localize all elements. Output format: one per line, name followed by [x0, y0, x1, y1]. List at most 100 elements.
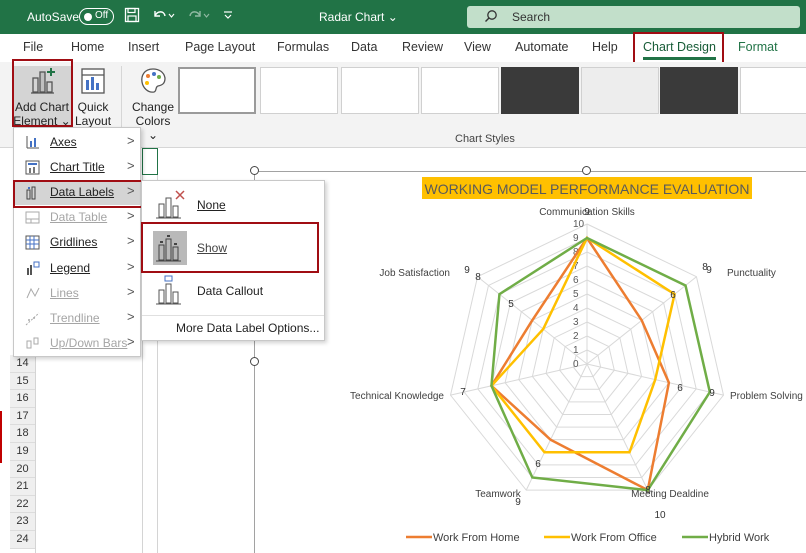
- radial-tick-label: 3: [573, 317, 579, 328]
- chevron-right-icon: >: [127, 283, 135, 299]
- autosave-label: AutoSave: [27, 10, 80, 24]
- chevron-right-icon: >: [127, 308, 135, 324]
- menu-item-label: Up/Down Bars: [50, 335, 128, 350]
- chart-resize-handle[interactable]: [250, 166, 259, 175]
- radial-tick-label: 10: [573, 219, 585, 230]
- menu-item-chart-title[interactable]: Chart Title >: [14, 155, 140, 180]
- search-icon: [484, 9, 498, 26]
- change-colors-line1: Change: [131, 100, 175, 114]
- legend-label[interactable]: Hybrid Work: [709, 532, 770, 544]
- radar-chart[interactable]: WORKING MODEL PERFORMANCE EVALUATION 0 1 2 3…: [253, 170, 806, 553]
- tab-page-layout[interactable]: Page Layout: [185, 40, 255, 54]
- row-header[interactable]: 17: [10, 407, 35, 426]
- chart-style-5[interactable]: [501, 67, 579, 114]
- data-table-icon: [25, 210, 40, 225]
- row-header[interactable]: 14: [10, 355, 35, 373]
- submenu-item-none[interactable]: None: [142, 185, 324, 225]
- chart-resize-handle[interactable]: [250, 357, 259, 366]
- menu-item-legend[interactable]: Legend >: [14, 256, 140, 281]
- chart-title-icon: [25, 160, 40, 175]
- customize-toolbar-icon[interactable]: [223, 7, 233, 27]
- autosave-toggle[interactable]: Off: [79, 8, 114, 25]
- menu-item-label: Lines: [50, 285, 79, 300]
- radial-tick-label: 4: [573, 303, 579, 314]
- tab-view[interactable]: View: [464, 40, 491, 54]
- lines-icon: [25, 286, 40, 301]
- category-label: Meeting Dealdine: [631, 489, 709, 500]
- undo-icon[interactable]: [151, 7, 175, 27]
- autosave-state: Off: [95, 10, 109, 21]
- menu-item-up-down-bars: Up/Down Bars >: [14, 331, 140, 356]
- data-label: 8: [645, 485, 651, 496]
- tab-automate[interactable]: Automate: [515, 40, 569, 54]
- category-label: Punctuality: [727, 268, 776, 279]
- quick-layout-line1: Quick: [77, 100, 109, 114]
- edge-marker: [0, 411, 2, 463]
- chevron-right-icon: >: [127, 233, 135, 249]
- tab-review[interactable]: Review: [402, 40, 443, 54]
- menu-item-axes[interactable]: Axes >: [14, 130, 140, 155]
- row-header[interactable]: 15: [10, 372, 35, 391]
- save-icon[interactable]: [124, 7, 140, 27]
- row-header[interactable]: 24: [10, 531, 35, 549]
- tab-file[interactable]: File: [23, 40, 43, 54]
- selected-cell[interactable]: [142, 148, 158, 175]
- row-header[interactable]: 18: [10, 425, 35, 443]
- category-label: Problem Solving: [730, 391, 803, 402]
- row-header[interactable]: 23: [10, 513, 35, 531]
- menu-item-label: Data Table: [50, 210, 108, 225]
- chart-style-4[interactable]: [421, 67, 499, 114]
- row-header[interactable]: 21: [10, 478, 35, 496]
- menu-item-gridlines[interactable]: Gridlines >: [14, 230, 140, 255]
- tab-help[interactable]: Help: [592, 40, 618, 54]
- chevron-right-icon: >: [127, 158, 135, 174]
- chevron-right-icon: >: [127, 133, 135, 148]
- tab-data[interactable]: Data: [351, 40, 377, 54]
- row-header[interactable]: 20: [10, 460, 35, 479]
- radial-tick-label: 1: [573, 345, 579, 356]
- chart-style-6[interactable]: [581, 67, 659, 114]
- chart-style-1[interactable]: [178, 67, 256, 114]
- row-header[interactable]: 16: [10, 390, 35, 408]
- submenu-item-data-callout[interactable]: Data Callout: [142, 271, 324, 311]
- legend-label[interactable]: Work From Home: [433, 532, 520, 544]
- tab-format[interactable]: Format: [738, 40, 778, 54]
- data-label: 10: [654, 510, 666, 521]
- toggle-knob: [84, 12, 92, 21]
- chart-style-7[interactable]: [660, 67, 738, 114]
- add-chart-element-menu: Axes > Chart Title > Data Labels > Data Table >…: [13, 127, 141, 357]
- data-label: 5: [508, 299, 514, 310]
- search-box[interactable]: Search: [467, 6, 800, 28]
- data-label: 6: [670, 290, 676, 301]
- tab-formulas[interactable]: Formulas: [277, 40, 329, 54]
- legend-icon: [25, 261, 40, 276]
- row-header[interactable]: 19: [10, 443, 35, 461]
- tab-home[interactable]: Home: [71, 40, 104, 54]
- submenu-separator: [142, 315, 324, 316]
- radial-tick-label: 2: [573, 331, 579, 342]
- data-label: 9: [464, 265, 470, 276]
- axes-icon: [25, 135, 40, 150]
- menu-item-lines: Lines >: [14, 281, 140, 306]
- sheet-left-gutter: [0, 148, 10, 553]
- document-title[interactable]: Radar Chart ⌄: [319, 10, 398, 24]
- radial-tick-label: 5: [573, 289, 579, 300]
- chart-style-8[interactable]: [740, 67, 806, 114]
- legend-label[interactable]: Work From Office: [571, 532, 657, 544]
- data-label: 9: [584, 207, 590, 218]
- submenu-label-none: None: [197, 198, 226, 212]
- redo-icon[interactable]: [186, 7, 210, 27]
- chart-resize-handle[interactable]: [582, 166, 591, 175]
- search-placeholder: Search: [512, 10, 551, 24]
- category-label: Technical Knowledge: [350, 391, 444, 402]
- row-header[interactable]: 22: [10, 495, 35, 514]
- data-label: 6: [535, 459, 541, 470]
- chart-style-3[interactable]: [341, 67, 419, 114]
- chart-style-2[interactable]: [260, 67, 338, 114]
- tab-insert[interactable]: Insert: [128, 40, 159, 54]
- more-options-label: More Data Label Options...: [176, 321, 320, 335]
- chart-title[interactable]: WORKING MODEL PERFORMANCE EVALUATION: [425, 181, 750, 197]
- menu-item-label: Legend: [50, 260, 91, 275]
- data-label: 9: [515, 497, 521, 508]
- more-data-label-options[interactable]: More Data Label Options...: [142, 319, 324, 341]
